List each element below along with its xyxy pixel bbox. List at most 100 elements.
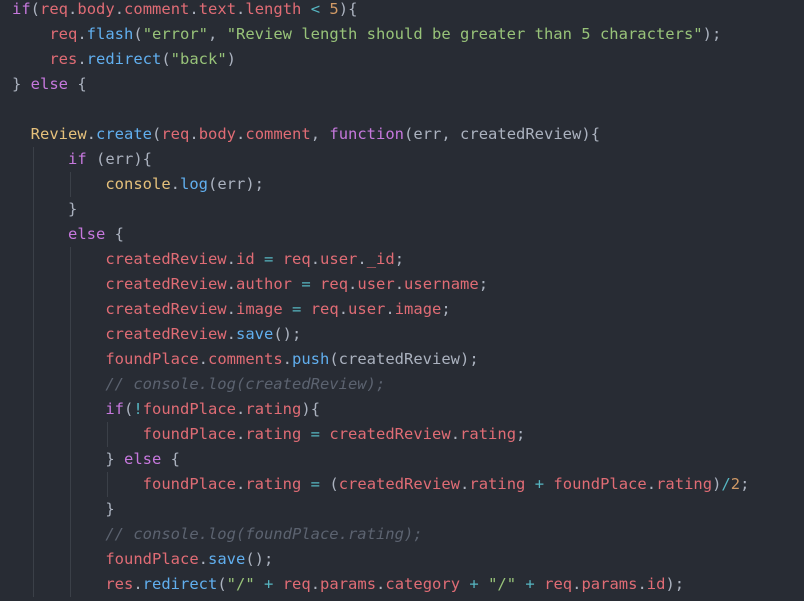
code-token: , xyxy=(310,125,330,143)
code-token: = xyxy=(301,275,311,293)
code-token: res xyxy=(105,575,134,593)
code-token: . xyxy=(236,0,246,18)
code-token: user xyxy=(357,275,395,293)
code-token: ); xyxy=(245,175,265,193)
code-token: category xyxy=(385,575,461,593)
code-line[interactable]: else { xyxy=(68,222,124,247)
code-token: foundPlace xyxy=(105,350,199,368)
code-token: req xyxy=(40,0,69,18)
code-token: params xyxy=(320,575,377,593)
code-token: createdReview xyxy=(105,250,227,268)
code-token: req xyxy=(310,300,339,318)
code-token: = xyxy=(264,250,274,268)
code-token: ; xyxy=(478,275,489,293)
code-token: ; xyxy=(394,250,405,268)
code-token: err xyxy=(217,175,246,193)
code-token: , xyxy=(208,25,227,43)
code-token: flash xyxy=(86,25,134,43)
code-token: ( xyxy=(404,125,414,143)
code-line[interactable]: } else { xyxy=(12,72,87,97)
code-token: . xyxy=(189,125,199,143)
code-token: err xyxy=(413,125,442,143)
code-token: } xyxy=(105,450,124,468)
code-token: + xyxy=(525,575,535,593)
indent-guide xyxy=(107,422,109,447)
code-token: 2 xyxy=(730,475,741,493)
code-token: = xyxy=(310,475,321,493)
code-token: . xyxy=(198,350,208,368)
code-token: comments xyxy=(208,350,283,368)
code-token: ( xyxy=(124,400,134,418)
code-token: . xyxy=(189,0,199,18)
code-editor[interactable]: if(req.body.comment.text.length < 5){req… xyxy=(0,0,804,601)
code-line[interactable]: Review.create(req.body.comment, function… xyxy=(31,122,600,147)
code-token: foundPlace xyxy=(553,475,647,493)
code-token: else xyxy=(124,450,162,468)
code-line[interactable]: res.redirect("back") xyxy=(49,47,236,72)
code-token: "/" xyxy=(226,575,255,593)
code-token: . xyxy=(338,300,349,318)
code-line[interactable]: createdReview.save(); xyxy=(105,322,301,347)
code-line[interactable]: if (err){ xyxy=(68,147,152,172)
code-line[interactable]: foundPlace.rating = (createdReview.ratin… xyxy=(143,472,750,497)
code-token: // console.log(createdReview); xyxy=(105,375,386,393)
code-token: . xyxy=(310,250,321,268)
code-token: "Review length should be greater than 5 … xyxy=(226,25,703,43)
code-token: createdReview xyxy=(329,425,451,443)
code-token: author xyxy=(236,275,292,293)
code-line[interactable]: } xyxy=(105,497,114,522)
code-token: req xyxy=(320,275,349,293)
code-line[interactable]: createdReview.id = req.user._id; xyxy=(105,247,404,272)
code-token: . xyxy=(376,575,386,593)
code-token: Review xyxy=(30,125,87,143)
code-token: ( xyxy=(329,475,339,493)
code-line[interactable]: res.redirect("/" + req.params.category +… xyxy=(105,572,684,597)
code-line[interactable]: // console.log(foundPlace.rating); xyxy=(105,522,422,547)
code-token: . xyxy=(236,125,246,143)
code-token: ( xyxy=(86,150,106,168)
code-token: ){ xyxy=(133,150,152,168)
code-line[interactable]: foundPlace.save(); xyxy=(105,547,273,572)
code-token: . xyxy=(235,475,246,493)
code-line[interactable]: foundPlace.comments.push(createdReview); xyxy=(105,347,478,372)
code-line[interactable]: if(!foundPlace.rating){ xyxy=(105,397,320,422)
code-line[interactable]: req.flash("error", "Review length should… xyxy=(49,22,721,47)
code-token: log xyxy=(180,175,208,193)
code-line[interactable]: createdReview.author = req.user.username… xyxy=(105,272,488,297)
indent-guide xyxy=(69,247,71,597)
code-token: username xyxy=(404,275,479,293)
code-line[interactable]: createdReview.image = req.user.image; xyxy=(105,297,450,322)
code-line[interactable]: foundPlace.rating = createdReview.rating… xyxy=(143,422,526,447)
code-line[interactable]: if(req.body.comment.text.length < 5){ xyxy=(12,0,357,22)
code-line[interactable]: } xyxy=(68,197,77,222)
code-token: text xyxy=(198,0,237,18)
code-token: else xyxy=(67,225,106,243)
code-token: ( xyxy=(217,575,227,593)
code-token: { xyxy=(105,225,124,243)
code-line[interactable]: // console.log(createdReview); xyxy=(105,372,385,397)
code-token: // console.log(foundPlace.rating); xyxy=(105,525,423,543)
code-line[interactable]: } else { xyxy=(105,447,180,472)
code-token: push xyxy=(292,350,330,368)
code-token: . xyxy=(198,550,208,568)
code-token: . xyxy=(348,275,358,293)
code-token: ); xyxy=(460,350,479,368)
code-token: ){ xyxy=(301,400,321,418)
code-token: rating xyxy=(245,475,302,493)
code-token: rating xyxy=(245,400,302,418)
code-token: console xyxy=(105,175,171,193)
code-token: "/" xyxy=(488,575,517,593)
code-token: . xyxy=(646,475,657,493)
code-token: . xyxy=(133,575,143,593)
code-line[interactable]: console.log(err); xyxy=(105,172,264,197)
code-token: _id xyxy=(366,250,395,268)
code-token: save xyxy=(236,325,274,343)
code-token: = xyxy=(292,300,302,318)
